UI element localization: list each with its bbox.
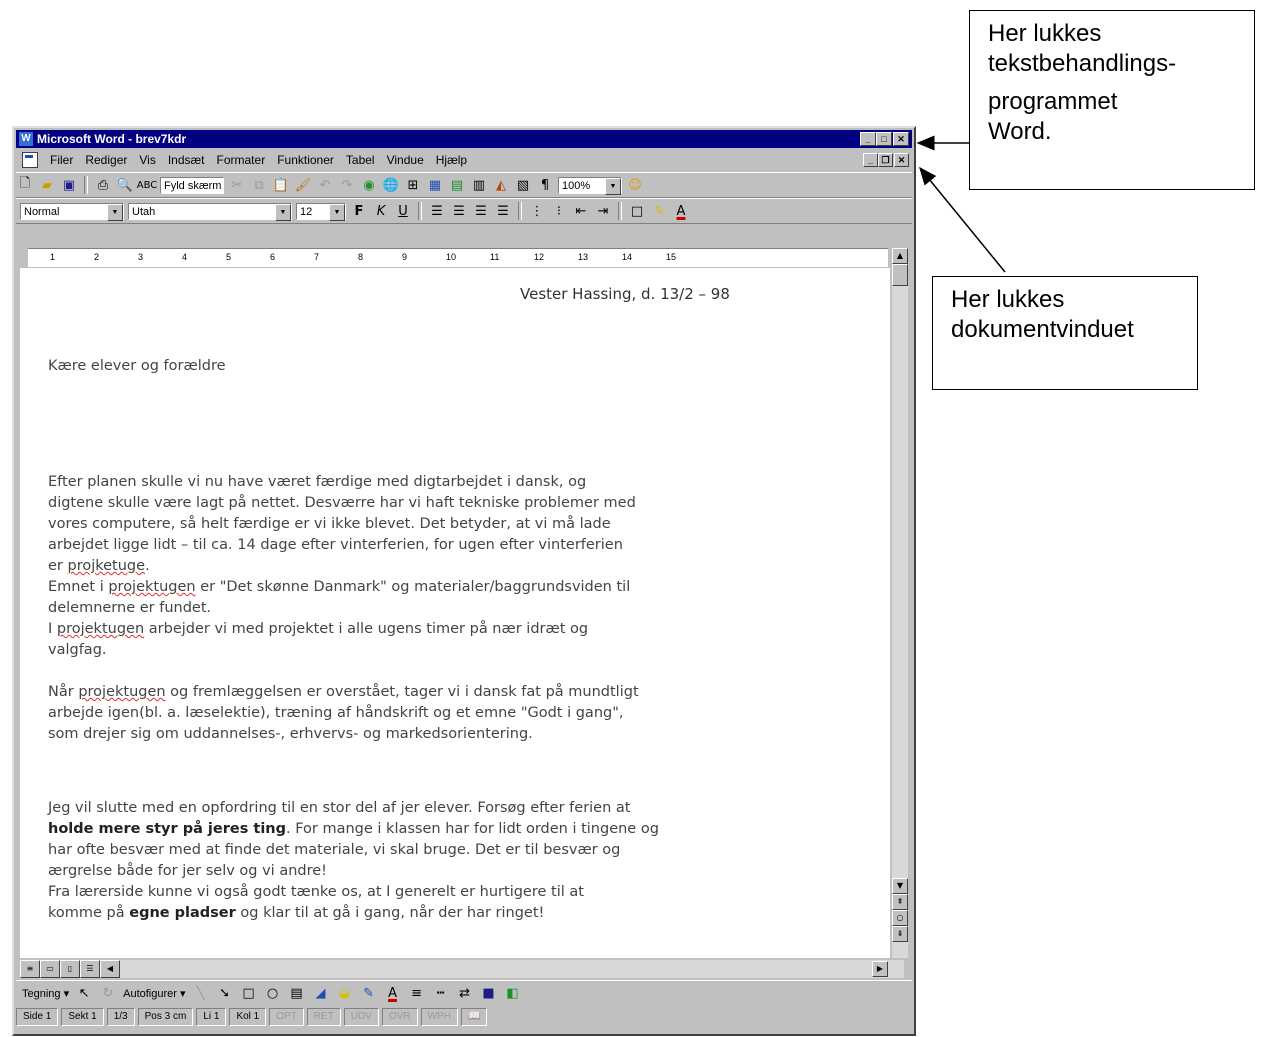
arrow-to-close-document (919, 166, 1006, 273)
annotation-arrows (916, 135, 1006, 273)
